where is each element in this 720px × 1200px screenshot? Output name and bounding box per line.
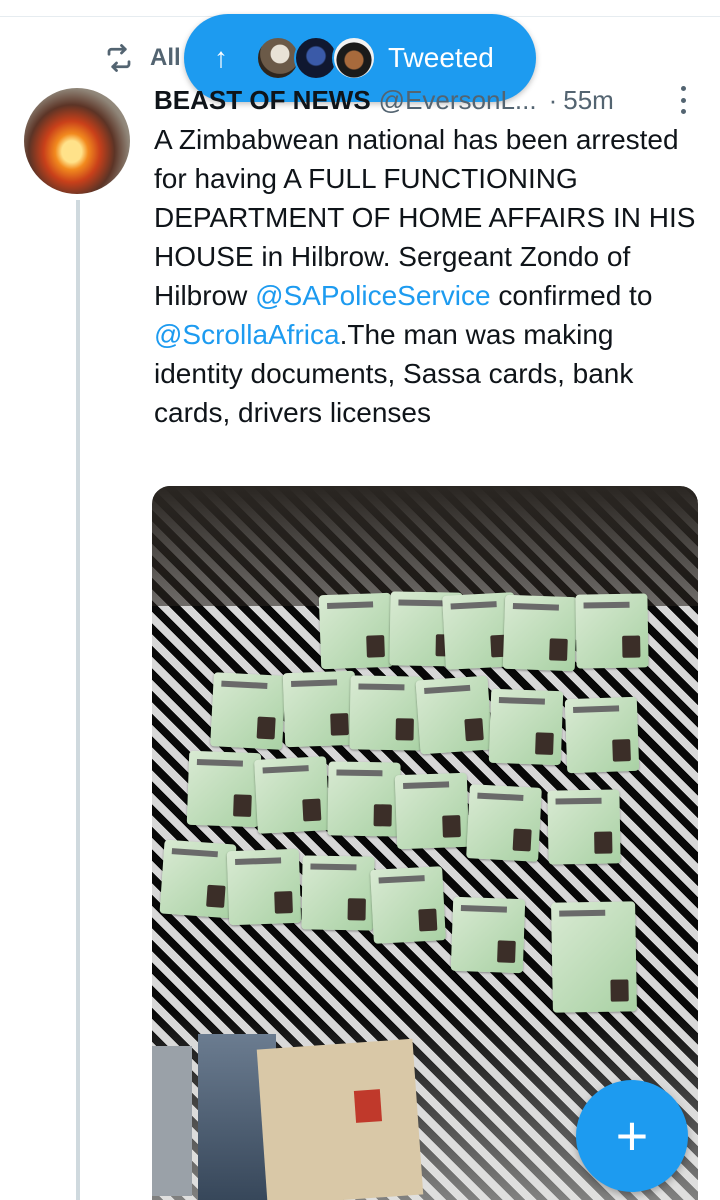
tweet-text: A Zimbabwean national has been arrested … xyxy=(154,120,700,432)
id-card xyxy=(318,592,394,670)
id-card xyxy=(159,839,237,919)
hard-drive xyxy=(152,1046,192,1196)
id-card xyxy=(349,675,423,751)
id-card xyxy=(301,855,375,931)
passport-booklet xyxy=(256,1038,424,1200)
retweet-label: All xyxy=(150,44,181,71)
tweet-time[interactable]: 55m xyxy=(563,85,614,116)
arrow-up-icon: ↑ xyxy=(214,42,228,73)
thread-line xyxy=(76,200,80,1200)
id-card xyxy=(564,696,640,774)
id-card xyxy=(547,789,621,865)
pill-avatars xyxy=(256,36,376,80)
mention-link[interactable]: @ScrollaAfrica xyxy=(154,319,340,350)
mention-link[interactable]: @SAPoliceService xyxy=(255,280,490,311)
plus-icon: + xyxy=(615,1104,649,1167)
id-card xyxy=(186,750,262,828)
retweet-icon xyxy=(107,44,131,72)
id-card xyxy=(551,901,637,1013)
id-card xyxy=(282,670,358,748)
author-avatar[interactable] xyxy=(24,88,130,194)
separator-dot: · xyxy=(548,84,558,115)
pill-label: Tweeted xyxy=(388,42,494,73)
id-card xyxy=(415,675,493,755)
author-handle[interactable]: @EversonL... xyxy=(379,85,537,116)
pill-avatar xyxy=(332,36,376,80)
more-vertical-icon[interactable] xyxy=(678,86,688,114)
retweet-indicator: All xyxy=(104,40,181,76)
id-card xyxy=(450,896,526,974)
tweet-header: BEAST OF NEWS @EversonL... · 55m xyxy=(154,80,694,120)
id-card xyxy=(327,761,401,837)
id-card xyxy=(502,594,578,672)
id-card xyxy=(394,772,470,850)
compose-tweet-button[interactable]: + xyxy=(576,1080,688,1192)
author-name[interactable]: BEAST OF NEWS xyxy=(154,85,371,116)
id-card xyxy=(254,756,330,834)
id-card xyxy=(226,848,302,926)
tweet-text-part: confirmed to xyxy=(490,280,653,311)
id-card xyxy=(466,784,542,862)
id-card xyxy=(575,593,649,669)
id-card xyxy=(370,866,446,944)
id-card xyxy=(488,688,564,766)
id-card xyxy=(210,672,286,750)
